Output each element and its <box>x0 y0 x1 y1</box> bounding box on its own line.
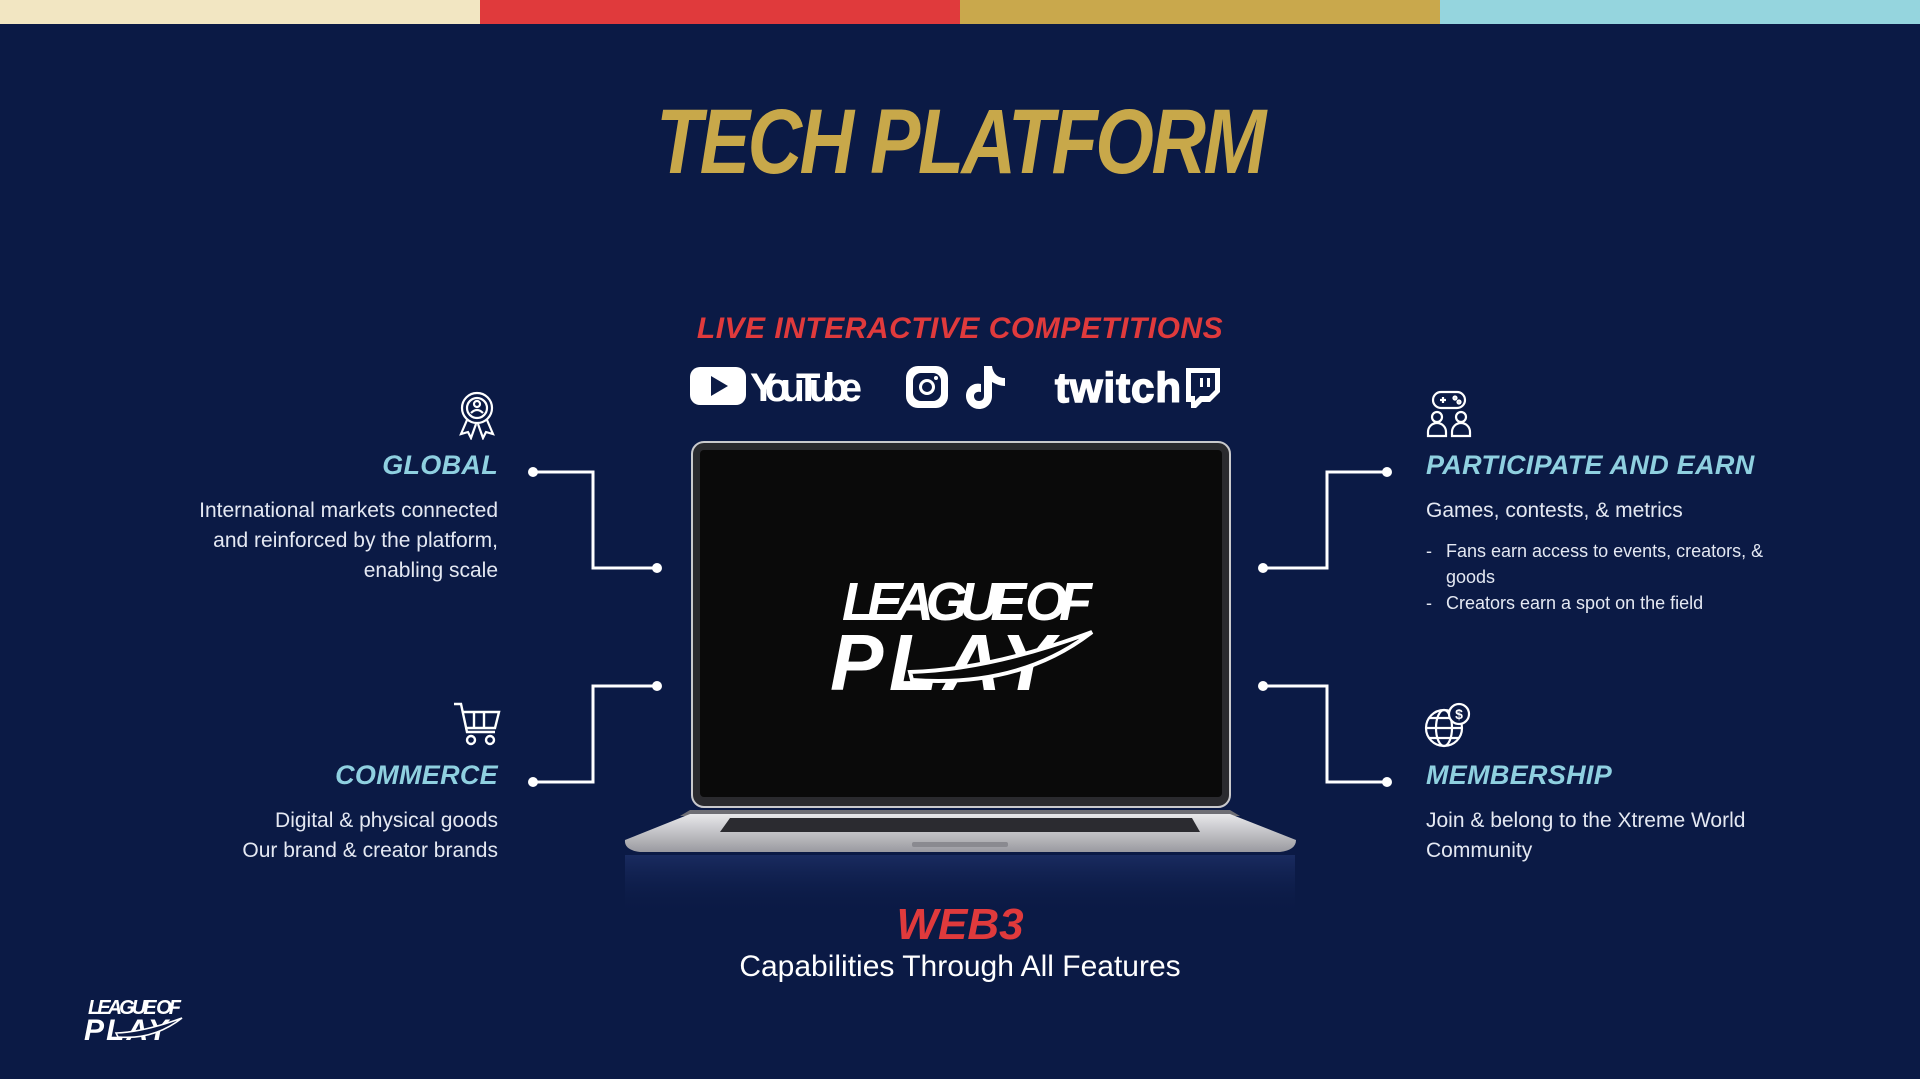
social-platforms-row: YouTube twitch <box>690 363 1220 410</box>
commerce-title: COMMERCE <box>335 760 498 790</box>
web3-subtitle: Capabilities Through All Features <box>739 950 1181 983</box>
league-of-play-screen-logo: LEAGUE OF PLAY <box>830 572 1096 700</box>
participate-description: Games, contests, & metrics <box>1426 499 1683 522</box>
youtube-label: YouTube <box>750 366 861 410</box>
page-title: TECH PLATFORM <box>656 91 1266 193</box>
top-color-stripes <box>0 0 1920 24</box>
membership-line: Join & belong to the Xtreme World <box>1426 809 1746 832</box>
list-item: Creators earn a spot on the field <box>1426 590 1776 616</box>
commerce-line: Our brand & creator brands <box>242 839 498 862</box>
tiktok-icon[interactable] <box>966 366 1005 409</box>
global-description: International markets connected and rein… <box>138 496 498 586</box>
global-title: GLOBAL <box>382 450 498 480</box>
gamepad-users-icon <box>1426 390 1472 438</box>
membership-line: Community <box>1426 839 1533 862</box>
twitch-logo[interactable]: twitch <box>1054 363 1220 410</box>
membership-title: MEMBERSHIP <box>1426 760 1613 790</box>
web3-title: WEB3 <box>896 900 1024 949</box>
stripe-aqua <box>1440 0 1920 24</box>
twitch-label: twitch <box>1055 364 1179 410</box>
globe-dollar-icon: $ <box>1424 702 1471 748</box>
list-item: Fans earn access to events, creators, & … <box>1426 538 1776 590</box>
global-line: and reinforced by the platform, <box>213 529 498 552</box>
league-of-play-corner-logo: LEAGUE OF PLAY <box>84 997 183 1044</box>
svg-text:$: $ <box>1455 706 1463 722</box>
shopping-cart-icon <box>454 702 501 746</box>
commerce-line: Digital & physical goods <box>275 809 498 832</box>
global-line: International markets connected <box>199 499 498 522</box>
instagram-icon[interactable] <box>906 366 948 408</box>
stripe-gold <box>960 0 1440 24</box>
global-line: enabling scale <box>363 559 498 582</box>
live-competitions-heading: LIVE INTERACTIVE COMPETITIONS <box>696 312 1224 345</box>
stripe-red <box>480 0 960 24</box>
stripe-cream <box>0 0 480 24</box>
membership-description: Join & belong to the Xtreme World Commun… <box>1426 806 1826 866</box>
participate-title: PARTICIPATE AND EARN <box>1426 450 1755 480</box>
commerce-description: Digital & physical goods Our brand & cre… <box>138 806 498 866</box>
youtube-icon[interactable] <box>690 367 746 405</box>
participate-bullets: Fans earn access to events, creators, & … <box>1426 538 1776 616</box>
award-ribbon-icon <box>459 391 495 440</box>
